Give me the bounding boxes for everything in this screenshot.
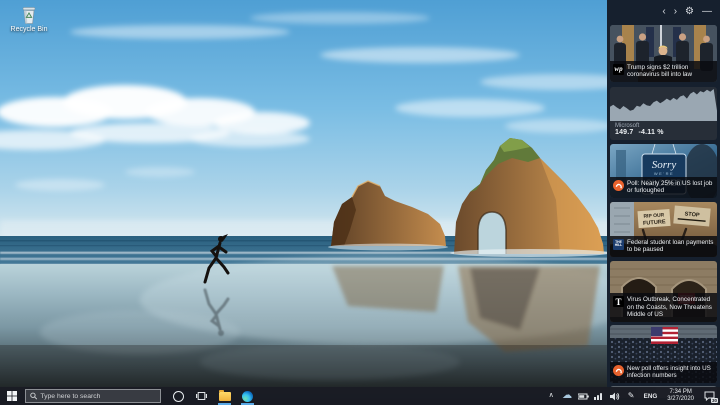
card-caption: Poll: Nearly 25% in US lost job or furlo… [610,177,717,198]
task-view-icon [196,391,207,401]
card-caption: THEHILL Federal student loan payments to… [610,236,717,257]
card-caption: T Virus Outbreak, Concentrated on the Co… [610,293,717,322]
search-input[interactable] [40,393,156,400]
notification-badge: 30 [711,398,718,403]
file-explorer-button[interactable] [213,387,236,405]
stock-meta: Microsoft 149.7-4.11 % [615,123,664,136]
recycle-bin-icon[interactable]: Recycle Bin [6,5,52,33]
card-caption: wp Trump signs $2 trillion coronavirus b… [610,61,717,82]
stock-price: 149.7 [615,129,634,136]
news-source-logo [613,365,624,376]
windows-logo-icon [7,391,17,401]
svg-text:WE'RE: WE'RE [654,171,674,176]
news-card-jobs-poll[interactable]: Sorry WE'RE CLOSED Poll: Nearly 25% in U… [610,144,717,198]
edge-browser-icon [242,391,253,402]
headline-text: New poll offers insight into US infectio… [627,365,714,380]
volume-icon[interactable] [610,390,621,402]
search-icon [30,392,37,400]
windows-ink-pen-icon[interactable]: ✎ [626,390,637,402]
taskbar-clock[interactable]: 7:34 PM 3/27/2020 [664,389,697,403]
cortana-button[interactable] [167,387,190,405]
task-view-button[interactable] [190,387,213,405]
the-hill-logo: THEHILL [613,239,624,250]
news-card-virus-outbreak[interactable]: T Virus Outbreak, Concentrated on the Co… [610,261,717,322]
news-card-infection-poll[interactable]: New poll offers insight into US infectio… [610,325,717,383]
news-feed-header: ‹ › ⚙ — [607,0,720,21]
forward-icon[interactable]: › [674,7,677,17]
clock-date: 3/27/2020 [667,396,694,403]
battery-icon[interactable] [578,390,589,402]
minimize-icon[interactable]: — [702,7,712,17]
headline-text: Federal student loan payments to be paus… [627,239,714,254]
news-feed-sidebar: ‹ › ⚙ — [607,0,720,405]
action-center-button[interactable]: 30 [702,389,717,403]
headline-text: Virus Outbreak, Concentrated on the Coas… [627,296,714,319]
cortana-icon [173,391,184,402]
stock-sparkline-chart [610,87,717,121]
system-tray: ∧ ☁ ✎ ENG 7:34 PM 3/27/2020 30 [546,389,720,403]
news-card-student-loans[interactable]: RIP OUR FUTURE STOP THEHILL Federal stud… [610,202,717,257]
recycle-bin-glyph [19,5,39,25]
taskbar-search-box[interactable] [25,389,161,403]
stock-card-microsoft[interactable]: Microsoft 149.7-4.11 % [610,87,717,140]
show-hidden-icons-chevron[interactable]: ∧ [546,390,557,402]
svg-text:Sorry: Sorry [652,159,677,171]
back-icon[interactable]: ‹ [662,7,665,17]
card-caption: New poll offers insight into US infectio… [610,362,717,383]
headline-text: Poll: Nearly 25% in US lost job or furlo… [627,180,714,195]
file-explorer-icon [219,392,231,401]
news-card-trump-bill[interactable]: wp Trump signs $2 trillion coronavirus b… [610,25,717,82]
edge-button[interactable] [236,387,259,405]
headline-text: Trump signs $2 trillion coronavirus bill… [627,64,714,79]
washington-post-logo: wp [613,64,624,75]
news-source-logo [613,180,624,191]
recycle-bin-label: Recycle Bin [11,26,48,33]
clock-time: 7:34 PM [669,389,691,396]
language-indicator[interactable]: ENG [642,393,660,400]
onedrive-icon[interactable]: ☁ [562,390,573,402]
network-icon[interactable] [594,390,605,402]
start-button[interactable] [0,387,24,405]
taskbar: ∧ ☁ ✎ ENG 7:34 PM 3/27/2020 30 [0,387,720,405]
stock-change: -4.11 % [639,129,664,136]
settings-gear-icon[interactable]: ⚙ [685,7,694,17]
new-york-times-logo: T [613,296,624,307]
